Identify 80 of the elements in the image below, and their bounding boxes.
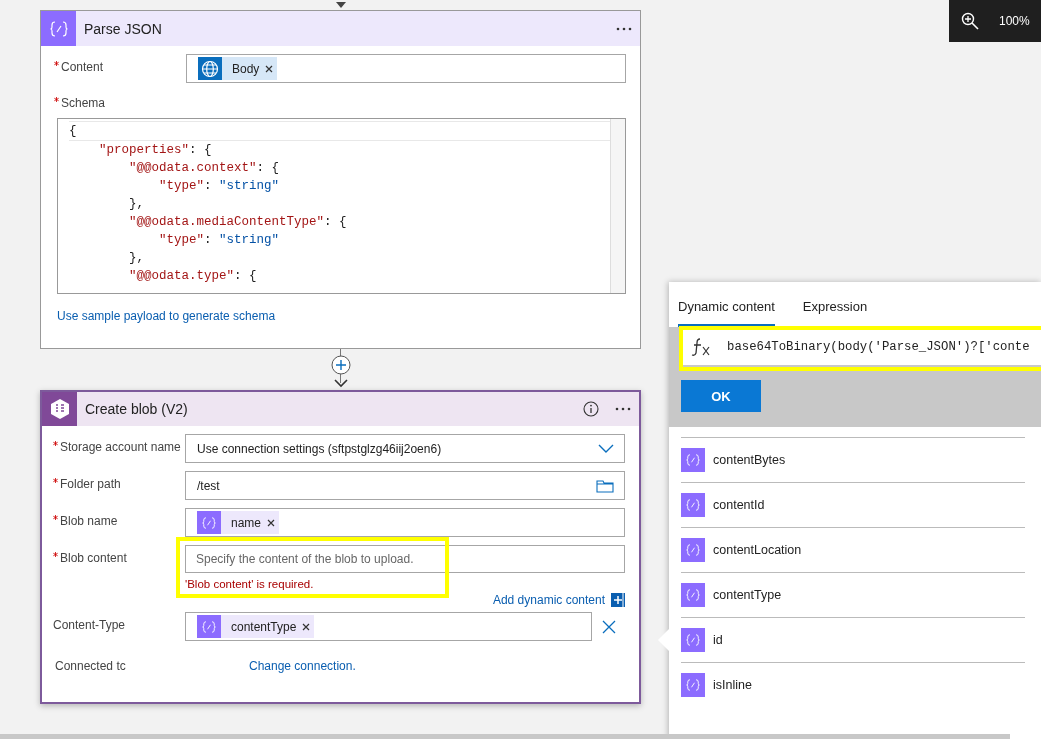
braces-icon: [681, 448, 705, 472]
token-chip[interactable]: contentType: [197, 615, 315, 638]
dropdown-field[interactable]: Use connection settings (sftpstglzg46iij2oen6): [185, 434, 625, 463]
expression-field[interactable]: base64ToBinary(body('Parse_JSON')?['conte: [683, 329, 1041, 365]
token-label: contentType: [231, 619, 297, 634]
scrollbar[interactable]: [610, 119, 625, 293]
field-label: Folder path: [60, 477, 121, 491]
braces-icon: [681, 673, 705, 697]
code-line: "type": "string": [158, 232, 280, 249]
item-label: contentLocation: [713, 543, 802, 557]
braces-icon: [681, 628, 705, 652]
item-label: id: [713, 633, 723, 647]
remove-icon[interactable]: [265, 64, 274, 73]
code-line: "@@odata.type": {: [128, 268, 257, 285]
braces-icon: [197, 511, 221, 534]
field-label: Schema: [61, 96, 106, 110]
list-item[interactable]: contentType: [681, 572, 1025, 617]
folder-icon[interactable]: [596, 478, 614, 493]
ok-button[interactable]: OK: [681, 380, 761, 412]
add-step-icon[interactable]: [330, 355, 351, 375]
zoom-level: 100%: [999, 14, 1030, 28]
list-item[interactable]: contentId: [681, 482, 1025, 527]
function-icon: [691, 337, 711, 357]
field-label: Content-Type: [53, 618, 126, 632]
list-item[interactable]: contentLocation: [681, 527, 1025, 572]
remove-icon[interactable]: [302, 622, 311, 631]
globe-icon: [198, 57, 222, 80]
code-line: },: [128, 250, 144, 267]
braces-icon: [681, 538, 705, 562]
field-label: Content: [61, 60, 104, 74]
input-field[interactable]: Specify the content of the blob to upload.: [185, 545, 625, 573]
code-line: "type": "string": [158, 178, 280, 195]
item-label: contentBytes: [713, 453, 786, 467]
field-label: Storage account name: [60, 440, 181, 454]
zoom-in-icon[interactable]: [961, 12, 979, 30]
item-label: contentType: [713, 588, 782, 602]
more-icon[interactable]: [616, 26, 632, 31]
field-label: Blob content: [60, 551, 127, 565]
field-label: Blob name: [60, 514, 118, 528]
arrow-icon: [335, 2, 346, 10]
braces-icon: [197, 615, 221, 638]
field-label: Connected tc: [54, 659, 127, 673]
chevron-down-icon[interactable]: [598, 444, 614, 453]
code-line: "@@odata.context": {: [128, 160, 280, 177]
scrollbar[interactable]: [0, 734, 1010, 739]
code-line: {: [69, 121, 611, 141]
remove-icon[interactable]: [267, 518, 276, 527]
input-field[interactable]: Body: [186, 54, 626, 83]
list-item[interactable]: id: [681, 617, 1025, 662]
code-editor[interactable]: { "properties": { "@@odata.context": { "type": "string" }, "@@odata.mediaContentType": { "type": "string" }, "@@odata.type": {: [57, 118, 626, 294]
input-field[interactable]: contentType: [185, 612, 592, 641]
add-icon[interactable]: [611, 593, 625, 607]
zoom-control[interactable]: 100%: [949, 0, 1041, 42]
item-label: contentId: [713, 498, 765, 512]
change-connection-link[interactable]: Change connection.: [249, 659, 356, 673]
item-label: isInline: [713, 678, 752, 692]
panel-tab[interactable]: Expression: [802, 299, 868, 327]
code-line: "properties": {: [98, 142, 212, 159]
add-dynamic-content-link[interactable]: Add dynamic content: [492, 593, 605, 607]
token-label: Body: [232, 61, 260, 76]
code-line: "@@odata.mediaContentType": {: [128, 214, 347, 231]
token-label: name: [231, 515, 262, 530]
braces-icon: [681, 493, 705, 517]
sample-payload-link[interactable]: Use sample payload to generate schema: [57, 309, 276, 323]
list-item[interactable]: isInline: [681, 662, 1025, 707]
input-field[interactable]: /test: [185, 471, 625, 500]
expression-text: base64ToBinary(body('Parse_JSON')?['conte: [727, 340, 1030, 354]
info-icon[interactable]: [583, 401, 599, 417]
close-icon[interactable]: [602, 619, 616, 634]
token-chip[interactable]: name: [197, 511, 280, 534]
braces-icon: [681, 583, 705, 607]
input-field[interactable]: name: [185, 508, 625, 537]
more-icon[interactable]: [615, 407, 631, 411]
list-item[interactable]: contentBytes: [681, 437, 1025, 482]
card-title: Parse JSON: [84, 20, 163, 37]
error-message: 'Blob content' is required.: [185, 578, 314, 590]
token-chip[interactable]: Body: [198, 57, 278, 80]
code-line: },: [128, 196, 144, 213]
panel-tab[interactable]: Dynamic content: [678, 299, 775, 327]
card-title: Create blob (V2): [85, 401, 189, 417]
